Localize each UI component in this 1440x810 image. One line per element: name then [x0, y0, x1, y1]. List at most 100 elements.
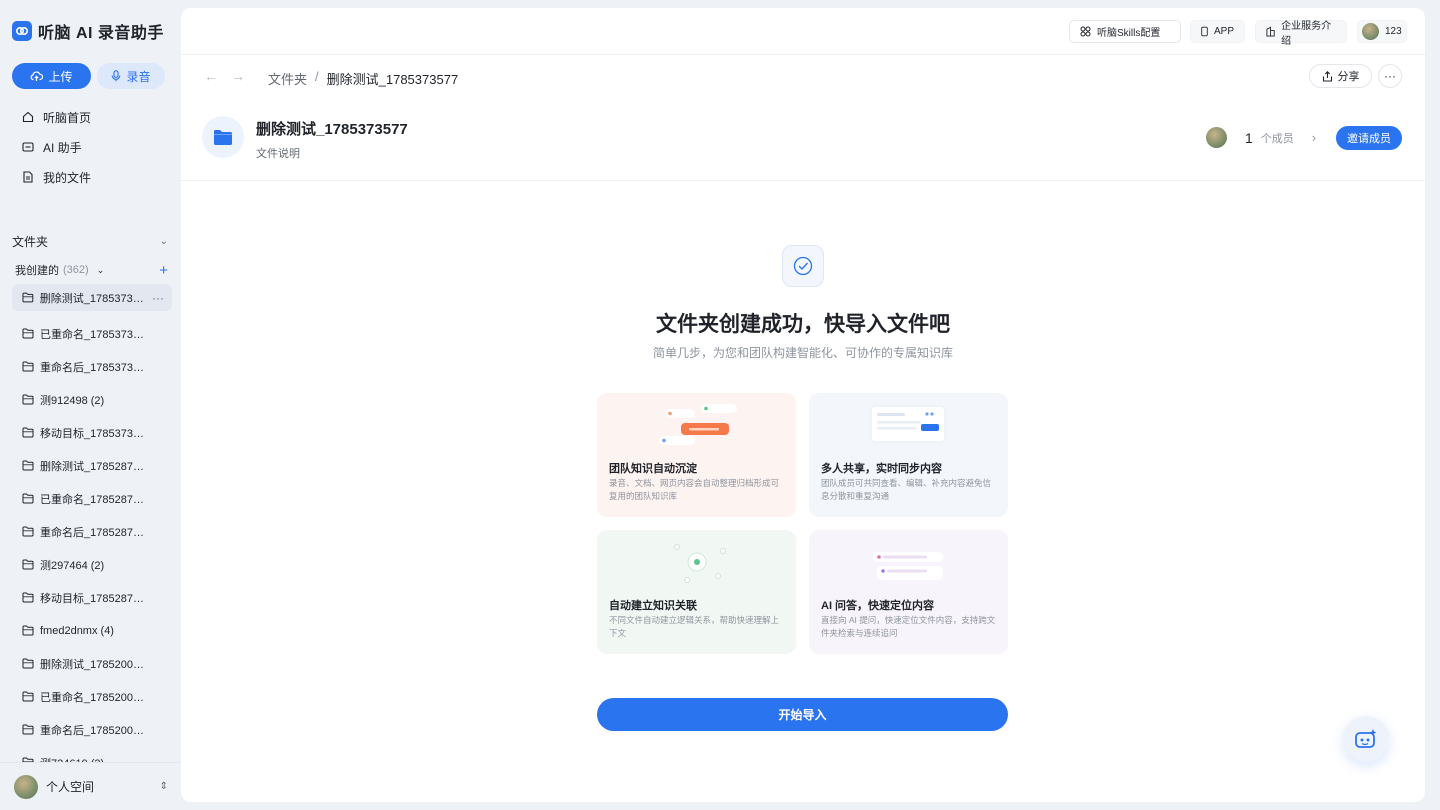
card-description: 团队成员可共同查看、编辑、补充内容避免信息分散和重复沟通 [821, 478, 992, 501]
back-arrow-icon[interactable]: ← [204, 68, 218, 84]
more-icon[interactable]: ··· [152, 291, 164, 305]
avatar [1206, 127, 1227, 148]
nav-item-my-files[interactable]: 我的文件 [12, 162, 172, 192]
folder-name: 删除测试_1785287120 ... [40, 460, 150, 473]
more-options-button[interactable]: ··· [1378, 64, 1402, 88]
card-title: AI 问答，快速定位内容 [821, 600, 935, 612]
folder-name: 已重命名_1785373562 ... [40, 328, 150, 341]
ai-bot-button[interactable] [1343, 716, 1389, 762]
folder-outline-icon [22, 493, 34, 504]
forward-arrow-icon[interactable]: → [231, 68, 245, 84]
folder-name: 重命名后_1785200720 ... [40, 724, 150, 737]
folder-description[interactable]: 文件说明 [256, 145, 300, 161]
folder-list-item[interactable]: 删除测试_17853735... ··· [12, 284, 172, 311]
enterprise-label: 企业服务介绍 [1281, 20, 1332, 47]
share-icon [1322, 70, 1332, 82]
more-icon: ··· [1384, 69, 1396, 83]
folder-list-item[interactable]: 测912498 (2) [12, 383, 172, 416]
robot-icon [1355, 729, 1377, 748]
check-circle-icon [782, 245, 824, 287]
folder-list-item[interactable]: 重命名后_1785200720 ... [12, 713, 172, 746]
members-summary[interactable]: 1 个成员 › [1206, 127, 1316, 148]
folder-outline-icon [22, 592, 34, 603]
microphone-icon [112, 70, 121, 82]
breadcrumb-root[interactable]: 文件夹 [268, 69, 307, 88]
folder-title[interactable]: 删除测试_1785373577 [256, 118, 408, 139]
chevron-down-icon: ⌄ [96, 264, 105, 275]
ai-qa-illustration [873, 552, 943, 580]
upload-label: 上传 [48, 69, 73, 84]
card-title: 自动建立知识关联 [609, 600, 697, 612]
folder-name: 移动目标_1785287046 ... [40, 592, 150, 605]
card-description: 不同文件自动建立逻辑关系，帮助快速理解上下文 [609, 615, 780, 638]
card-description: 直接向 AI 提问，快速定位文件内容，支持跨文件夹检索与连续追问 [821, 615, 996, 638]
folders-heading: 文件夹 [12, 234, 49, 249]
skills-config-label: 听脑Skills配置 [1097, 28, 1161, 39]
folder-list-item[interactable]: 删除测试_1785287120 ... [12, 449, 172, 482]
folder-list-item[interactable]: 移动目标_1785373497 ... [12, 416, 172, 449]
sharing-illustration [870, 405, 946, 443]
add-folder-icon[interactable]: + [159, 262, 168, 279]
invite-members-button[interactable]: 邀请成员 [1336, 126, 1402, 150]
knowledge-illustration [659, 404, 737, 445]
nav-item-ai-assistant[interactable]: AI 助手 [12, 132, 172, 162]
folder-name: 测724619 (2) [40, 755, 104, 763]
sidebar: 听脑 AI 录音助手 上传 录音 听脑首页 AI 助手 我的文件 文件夹 ⌄ 我… [0, 0, 180, 810]
empty-state-title: 文件夹创建成功，快导入文件吧 [656, 313, 950, 336]
created-by-me-toggle[interactable]: 我创建的 (362) ⌄ [15, 262, 104, 278]
folder-list-item[interactable]: 重命名后_1785287096 ... [12, 515, 172, 548]
record-button[interactable]: 录音 [97, 63, 165, 89]
folder-outline-icon [22, 427, 34, 438]
share-button[interactable]: 分享 [1309, 64, 1372, 88]
personal-space-switcher[interactable]: 个人空间 ⇕ [0, 762, 180, 810]
folder-name: 已重命名_1785287107 (... [40, 493, 150, 506]
nav-item-home[interactable]: 听脑首页 [12, 102, 172, 132]
logo-icon [12, 21, 32, 41]
folder-outline-icon [22, 361, 34, 372]
app-button[interactable]: APP [1190, 20, 1245, 43]
folder-list-item[interactable]: 测297464 (2) [12, 548, 172, 581]
relations-illustration [674, 544, 726, 583]
upload-button[interactable]: 上传 [12, 63, 91, 89]
user-menu[interactable]: 123 [1357, 20, 1407, 43]
folder-outline-icon [22, 328, 34, 339]
ai-assistant-icon [22, 142, 34, 152]
folder-list-item[interactable]: 已重命名_1785373562 ... [12, 317, 172, 350]
folder-name: 删除测试_1785200743 ... [40, 658, 150, 671]
folders-section-header[interactable]: 文件夹 ⌄ [12, 232, 168, 250]
feature-card-sharing: 多人共享，实时同步内容 团队成员可共同查看、编辑、补充内容避免信息分散和重复沟通 [809, 393, 1008, 517]
app-label: APP [1213, 26, 1234, 37]
folder-outline-icon [22, 394, 34, 405]
folder-name: 已重命名_1785200729 ... [40, 691, 150, 704]
folder-outline-icon [22, 658, 34, 669]
feature-card-ai-qa: AI 问答，快速定位内容 直接向 AI 提问，快速定位文件内容，支持跨文件夹检索… [809, 530, 1008, 654]
start-import-button[interactable]: 开始导入 [597, 698, 1008, 731]
nav-item-label: 我的文件 [43, 170, 92, 185]
skills-icon [1080, 26, 1091, 37]
main-nav: 听脑首页 AI 助手 我的文件 [12, 102, 172, 192]
folder-name: fmed2dnmx (4) [40, 624, 114, 637]
member-count: 1 [1245, 129, 1253, 146]
nav-item-label: AI 助手 [43, 140, 82, 155]
folder-list-item[interactable]: 已重命名_1785200729 ... [12, 680, 172, 713]
folder-header: 删除测试_1785373577 文件说明 1 个成员 › 邀请成员 [181, 108, 1425, 181]
folder-list-item[interactable]: 删除测试_1785200743 ... [12, 647, 172, 680]
card-description: 录音、文档、网页内容会自动整理归档形成可复用的团队知识库 [609, 478, 780, 501]
folder-name: 删除测试_17853735... [39, 292, 146, 305]
personal-space-label: 个人空间 [46, 780, 95, 794]
app-title: 听脑 AI 录音助手 [38, 25, 164, 42]
folder-list-item[interactable]: 重命名后_1785373552 ... [12, 350, 172, 383]
feature-card-knowledge: 团队知识自动沉淀 录音、文档、网页内容会自动整理归档形成可复用的团队知识库 [597, 393, 796, 517]
updown-caret-icon: ⇕ [159, 781, 168, 792]
folder-list-item[interactable]: 已重命名_1785287107 (... [12, 482, 172, 515]
folder-list-item[interactable]: 测724619 (2) [12, 746, 172, 762]
chevron-down-icon: ⌄ [159, 235, 168, 247]
folder-list-item[interactable]: 移动目标_1785287046 ... [12, 581, 172, 614]
share-label: 分享 [1337, 71, 1360, 83]
app-logo[interactable]: 听脑 AI 录音助手 [12, 19, 164, 43]
folder-name: 移动目标_1785373497 ... [40, 427, 150, 440]
folder-list-item[interactable]: fmed2dnmx (4) [12, 614, 172, 647]
enterprise-button[interactable]: 企业服务介绍 [1255, 20, 1347, 47]
record-label: 录音 [126, 69, 151, 84]
skills-config-button[interactable]: 听脑Skills配置 [1069, 20, 1181, 43]
